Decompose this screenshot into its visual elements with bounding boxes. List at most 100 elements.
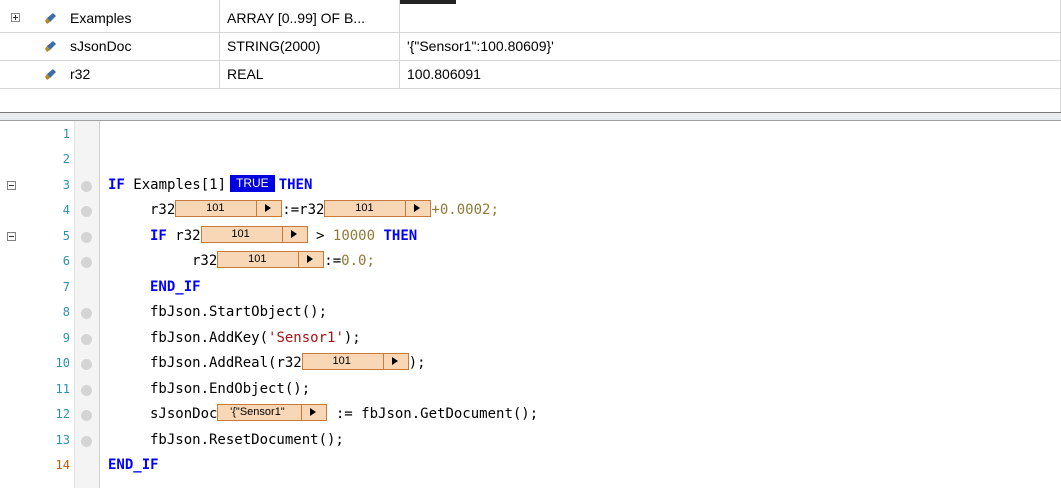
collapse-icon[interactable] [7, 181, 16, 190]
keyword: END_IF [108, 457, 159, 473]
identifier: r32 [192, 253, 218, 269]
statement: := fbJson.GetDocument(); [327, 406, 539, 422]
breakpoint-dot-icon[interactable] [81, 334, 92, 345]
line-number: 6 [62, 254, 70, 268]
keyword: IF [108, 177, 125, 193]
keyword: IF [150, 228, 167, 244]
watch-row-sjsondoc[interactable]: sJsonDoc STRING(2000) '{"Sensor1":100.80… [0, 32, 1061, 60]
line-number: 9 [62, 331, 70, 345]
breakpoint-dot-icon[interactable] [81, 181, 92, 192]
variable-icon [45, 13, 56, 24]
monitor-value[interactable]: '{"Sensor1" [217, 404, 328, 421]
monitor-value-text: 101 [332, 355, 351, 367]
code-line-9: fbJson.AddKey('Sensor1'); [150, 326, 361, 351]
operator: := [282, 202, 300, 218]
row-divider [0, 60, 1061, 61]
statement: fbJson.AddReal( [150, 355, 277, 371]
line-number: 12 [55, 407, 70, 421]
watch-name: sJsonDoc [70, 38, 132, 54]
monitor-value[interactable]: 101 [324, 200, 432, 217]
constant: +0.0002; [431, 202, 499, 218]
keyword: END_IF [150, 279, 201, 295]
line-number: 8 [62, 305, 70, 319]
expand-arrow-icon[interactable] [301, 405, 326, 420]
watch-row-r32[interactable]: r32 REAL 100.806091 [0, 60, 1061, 88]
line-number: 1 [62, 127, 70, 141]
breakpoint-margin[interactable] [74, 121, 100, 488]
line-gutter: 1 2 3 4 5 6 7 8 9 10 11 12 13 14 [0, 121, 100, 488]
breakpoint-dot-icon[interactable] [81, 385, 92, 396]
code-line-6: r32 101 :=0.0; [192, 249, 375, 274]
pane-splitter[interactable] [0, 112, 1061, 121]
watch-value[interactable]: 100.806091 [407, 60, 1007, 88]
monitor-value-bool[interactable]: TRUE [230, 175, 275, 192]
code-line-7: END_IF [150, 275, 201, 300]
identifier: r32 [299, 202, 325, 218]
breakpoint-dot-icon[interactable] [81, 436, 92, 447]
breakpoint-dot-icon[interactable] [81, 257, 92, 268]
monitor-value-text: 101 [355, 202, 374, 214]
line-number: 7 [62, 280, 70, 294]
monitor-value[interactable]: 101 [217, 251, 325, 268]
constant: 0.0; [341, 253, 375, 269]
breakpoint-dot-icon[interactable] [81, 359, 92, 370]
watch-type: ARRAY [0..99] OF B... [227, 10, 365, 26]
expand-arrow-icon[interactable] [298, 252, 323, 267]
code-line-11: fbJson.EndObject(); [150, 377, 310, 402]
code-line-13: fbJson.ResetDocument(); [150, 428, 344, 453]
variable-icon [45, 41, 56, 52]
breakpoint-dot-icon[interactable] [81, 308, 92, 319]
watch-value[interactable] [407, 4, 1007, 32]
line-number: 3 [62, 178, 70, 192]
code-line-5: IF r32 101 > 10000 THEN [150, 224, 417, 249]
column-divider [219, 0, 220, 88]
monitor-value[interactable]: 101 [301, 353, 409, 370]
watch-name: r32 [70, 66, 91, 82]
statement: ); [343, 330, 361, 346]
monitor-value-text: 101 [206, 202, 225, 214]
code-editor[interactable]: 1 2 3 4 5 6 7 8 9 10 11 12 13 14 IF Exam… [0, 121, 1061, 488]
statement: fbJson.ResetDocument(); [150, 432, 344, 448]
expand-arrow-icon[interactable] [256, 201, 281, 216]
line-number: 10 [55, 356, 70, 370]
operator: > [316, 228, 333, 244]
watch-table: Examples ARRAY [0..99] OF B... sJsonDoc … [0, 0, 1061, 112]
monitor-value-text: 101 [231, 228, 250, 240]
breakpoint-dot-icon[interactable] [81, 410, 92, 421]
monitor-value-text: '{"Sensor1" [230, 406, 285, 418]
line-number: 4 [62, 203, 70, 217]
expand-arrow-icon[interactable] [281, 227, 307, 242]
monitor-value[interactable]: 101 [200, 226, 308, 243]
variable-icon [45, 69, 56, 80]
line-number: 5 [62, 229, 70, 243]
statement: fbJson.EndObject(); [150, 381, 311, 397]
expand-icon[interactable] [11, 13, 20, 22]
code-line-14: END_IF [108, 453, 159, 478]
monitor-value[interactable]: 101 [175, 200, 283, 217]
line-number: 13 [55, 433, 70, 447]
watch-value[interactable]: '{"Sensor1":100.80609}' [407, 32, 1007, 60]
expand-arrow-icon[interactable] [382, 354, 408, 369]
monitor-value-text: 101 [248, 253, 267, 265]
code-line-8: fbJson.StartObject(); [150, 300, 327, 325]
watch-row-examples[interactable]: Examples ARRAY [0..99] OF B... [0, 4, 1061, 32]
constant: 10000 [332, 228, 376, 244]
operator: := [324, 253, 342, 269]
expand-arrow-icon[interactable] [405, 201, 430, 216]
statement: fbJson.StartObject(); [150, 304, 328, 320]
breakpoint-dot-icon[interactable] [81, 206, 92, 217]
row-divider [0, 32, 1061, 33]
row-divider [0, 88, 1061, 89]
line-number: 11 [55, 382, 70, 396]
line-number: 2 [62, 152, 70, 166]
watch-type: REAL [227, 66, 264, 82]
identifier: sJsonDoc [150, 406, 218, 422]
code-line-10: fbJson.AddReal(r32 101); [150, 351, 426, 376]
code-line-4: r32 101:=r32 101 +0.0002; [150, 198, 499, 223]
code-line-12: sJsonDoc '{"Sensor1" := fbJson.GetDocumen… [150, 402, 538, 427]
collapse-icon[interactable] [7, 232, 16, 241]
column-divider [399, 0, 400, 88]
identifier: Examples[1] [133, 177, 227, 193]
breakpoint-dot-icon[interactable] [81, 232, 92, 243]
identifier: r32 [276, 355, 302, 371]
